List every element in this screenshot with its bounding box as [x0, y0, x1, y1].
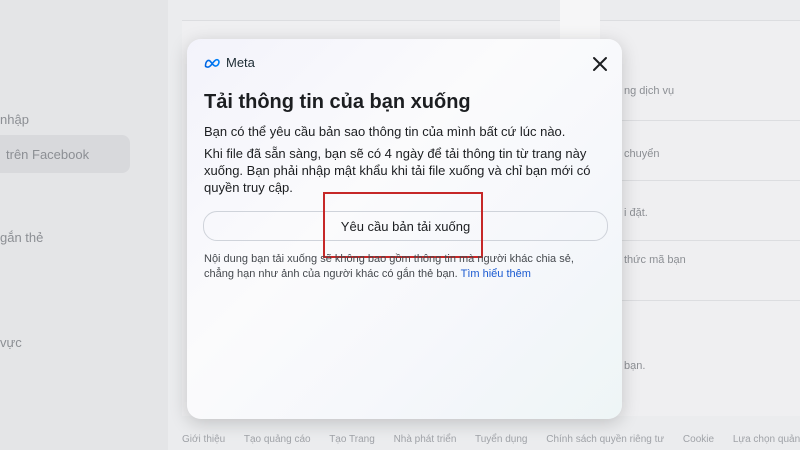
dialog-instructions: Khi file đã sẵn sàng, bạn sẽ có 4 ngày đ… — [204, 146, 591, 195]
meta-brand: Meta — [204, 55, 255, 70]
background-top-panel — [560, 0, 600, 42]
footer-link[interactable]: Tạo Trang — [329, 434, 375, 445]
divider — [620, 180, 800, 181]
footer-link[interactable]: Nhà phát triển — [394, 434, 457, 445]
background-sidebar-item[interactable]: vực — [0, 335, 22, 350]
footer-links: Giới thiệu Tạo quảng cáo Tạo Trang Nhà p… — [182, 434, 800, 445]
dialog-title: Tải thông tin của bạn xuống — [204, 91, 471, 113]
dialog-note: Nội dung bạn tải xuống sẽ không bao gồm … — [204, 252, 604, 282]
divider — [620, 300, 800, 301]
background-right-text: thức mã bạn — [624, 254, 686, 266]
meta-wordmark: Meta — [226, 55, 255, 70]
divider — [620, 120, 800, 121]
background-right-text: i đặt. — [624, 207, 648, 219]
background-right-text: chuyển — [624, 148, 660, 160]
footer-link[interactable]: Chính sách quyền riêng tư — [546, 434, 664, 445]
background-sidebar-item[interactable]: nhập — [0, 112, 29, 127]
footer-link[interactable]: Lựa chọn quảng cáo — [733, 434, 800, 445]
download-info-dialog: Meta Tải thông tin của bạn xuống Bạn có … — [187, 39, 622, 419]
background-right-text: bạn. — [624, 360, 646, 372]
footer-link[interactable]: Cookie — [683, 434, 714, 445]
background-sidebar-item[interactable]: gắn thẻ — [0, 230, 43, 245]
divider — [620, 240, 800, 241]
footer-link[interactable]: Tạo quảng cáo — [244, 434, 311, 445]
learn-more-link[interactable]: Tìm hiểu thêm — [461, 268, 531, 280]
highlight-box — [323, 192, 483, 258]
meta-logo-icon — [204, 58, 220, 68]
footer-link[interactable]: Tuyển dụng — [475, 434, 527, 445]
background-right-text: ng dịch vụ — [624, 85, 675, 97]
footer-link[interactable]: Giới thiệu — [182, 434, 225, 445]
background-sidebar: nhập trên Facebook gắn thẻ vực — [0, 0, 168, 450]
close-button[interactable] — [591, 55, 609, 73]
close-icon[interactable] — [591, 55, 609, 73]
dialog-description: Bạn có thể yêu cầu bản sao thông tin của… — [204, 124, 566, 139]
background-sidebar-item[interactable]: trên Facebook — [6, 147, 89, 162]
